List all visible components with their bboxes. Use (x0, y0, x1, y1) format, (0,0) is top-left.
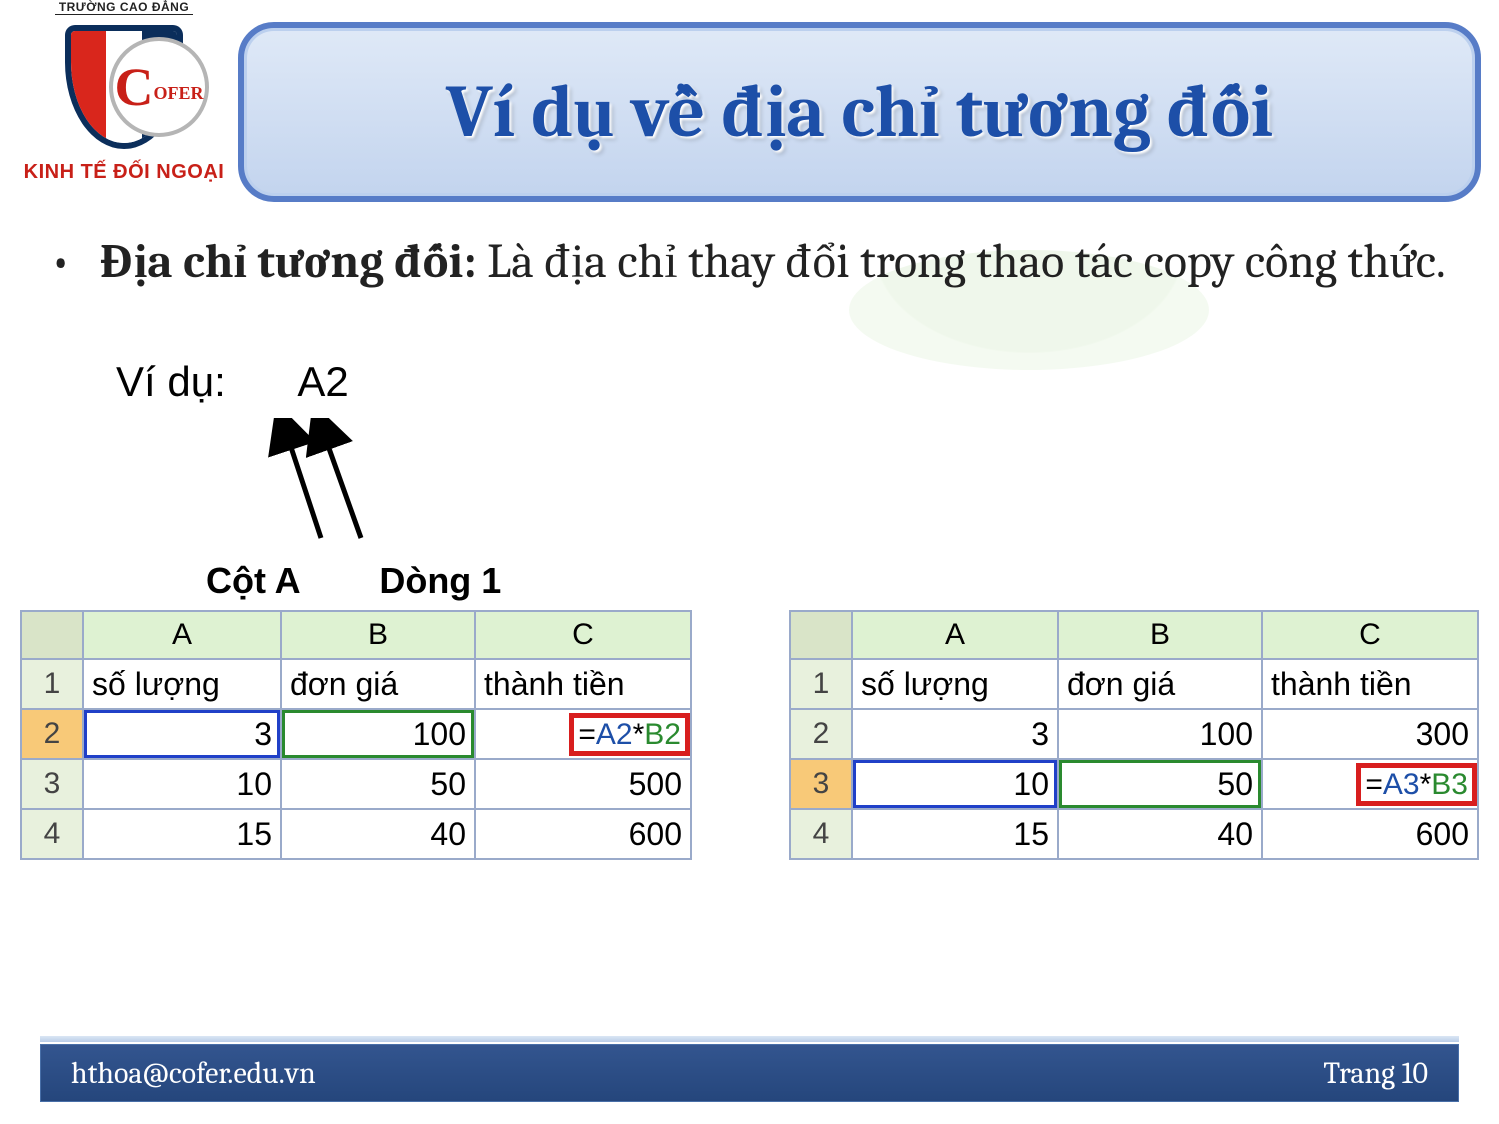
formula-ref-b: B3 (1431, 768, 1468, 801)
example-diagram: Ví dụ: A2 Cột A Dòng 1 (116, 358, 536, 608)
header-qty: số lượng (83, 659, 281, 709)
table-row: 3 10 50 500 (21, 759, 691, 809)
cell-C2-formula: =A2*B2 (475, 709, 691, 759)
logo-mark-big: C (114, 60, 153, 114)
table-row: 4 15 40 600 (790, 809, 1478, 859)
logo-mark-small: OFER (153, 83, 203, 104)
formula-ref-a: A3 (1383, 768, 1420, 801)
table-row: 4 15 40 600 (21, 809, 691, 859)
row-header: 4 (790, 809, 852, 859)
cell-C3-formula: =A3*B3 (1262, 759, 1478, 809)
row-header: 2 (790, 709, 852, 759)
body-text: • Địa chỉ tương đối: Là địa chỉ thay đổi… (50, 230, 1459, 295)
bullet-content: Địa chỉ tương đối: Là địa chỉ thay đổi t… (100, 230, 1459, 295)
corner-cell (790, 611, 852, 659)
formula-box: =A2*B2 (569, 713, 690, 756)
cell-B2: 100 (281, 709, 475, 759)
excel-table-right: A B C 1 số lượng đơn giá thành tiền 2 3 … (789, 610, 1479, 860)
table-row: A B C (790, 611, 1478, 659)
cell: 15 (852, 809, 1058, 859)
example-prefix: Ví dụ: (116, 358, 226, 405)
cell: 3 (852, 709, 1058, 759)
col-header-A: A (852, 611, 1058, 659)
table-row: 2 3 100 =A2*B2 (21, 709, 691, 759)
formula-star: * (633, 718, 645, 751)
slide-title: Ví dụ về địa chỉ tương đối (446, 69, 1273, 155)
bullet-text: Là địa chỉ thay đổi trong thao tác copy … (477, 234, 1446, 289)
slide: TRƯỜNG CAO ĐẲNG COFER KINH TẾ ĐỐI NGOẠI … (0, 0, 1499, 1124)
col-header-C: C (475, 611, 691, 659)
example-row-label: Dòng 1 (379, 560, 501, 601)
cell: 50 (281, 759, 475, 809)
table-row: 1 số lượng đơn giá thành tiền (790, 659, 1478, 709)
formula-ref-a: A2 (596, 718, 633, 751)
example-cell-ref: A2 (297, 358, 348, 406)
cell-B3: 50 (1058, 759, 1262, 809)
row-header: 1 (21, 659, 83, 709)
footer-email: hthoa@cofer.edu.vn (71, 1056, 316, 1091)
col-header-C: C (1262, 611, 1478, 659)
row-header-active: 2 (21, 709, 83, 759)
row-header-active: 3 (790, 759, 852, 809)
col-header-B: B (1058, 611, 1262, 659)
table-row: 1 số lượng đơn giá thành tiền (21, 659, 691, 709)
cell: 10 (83, 759, 281, 809)
excel-table-left: A B C 1 số lượng đơn giá thành tiền 2 3 … (20, 610, 692, 860)
cell: 600 (475, 809, 691, 859)
header-amount: thành tiền (475, 659, 691, 709)
formula-ref-b: B2 (644, 718, 681, 751)
logo-cofer-icon: COFER (109, 37, 209, 137)
cell: 500 (475, 759, 691, 809)
row-header: 4 (21, 809, 83, 859)
cell-A3: 10 (852, 759, 1058, 809)
formula-eq: = (578, 718, 596, 751)
footer-divider (40, 1036, 1459, 1042)
corner-cell (21, 611, 83, 659)
row-header: 1 (790, 659, 852, 709)
cell: 15 (83, 809, 281, 859)
tables-row: A B C 1 số lượng đơn giá thành tiền 2 3 … (20, 610, 1479, 860)
formula-star: * (1420, 768, 1432, 801)
table-row: 3 10 50 =A3*B3 (790, 759, 1478, 809)
cell: 300 (1262, 709, 1478, 759)
header-price: đơn giá (1058, 659, 1262, 709)
cell: 100 (1058, 709, 1262, 759)
footer-page: Trang 10 (1323, 1056, 1428, 1091)
school-logo: TRƯỜNG CAO ĐẲNG COFER KINH TẾ ĐỐI NGOẠI (20, 0, 228, 195)
header-price: đơn giá (281, 659, 475, 709)
formula-box: =A3*B3 (1356, 763, 1477, 806)
cell: 600 (1262, 809, 1478, 859)
header-amount: thành tiền (1262, 659, 1478, 709)
col-header-A: A (83, 611, 281, 659)
table-row: A B C (21, 611, 691, 659)
cell-A2: 3 (83, 709, 281, 759)
header-qty: số lượng (852, 659, 1058, 709)
title-bar: Ví dụ về địa chỉ tương đối (238, 22, 1481, 202)
logo-bottom-text: KINH TẾ ĐỐI NGOẠI (24, 161, 225, 184)
cell: 40 (1058, 809, 1262, 859)
footer: hthoa@cofer.edu.vn Trang 10 (40, 1044, 1459, 1102)
bullet-label: Địa chỉ tương đối: (100, 234, 477, 289)
arrows-icon (266, 418, 466, 548)
cell: 40 (281, 809, 475, 859)
row-header: 3 (21, 759, 83, 809)
col-header-B: B (281, 611, 475, 659)
formula-eq: = (1365, 768, 1383, 801)
example-col-label: Cột A (206, 560, 299, 601)
table-row: 2 3 100 300 (790, 709, 1478, 759)
logo-badge: COFER (49, 19, 199, 159)
logo-top-text: TRƯỜNG CAO ĐẲNG (55, 0, 193, 15)
bullet-dot-icon: • (50, 230, 100, 295)
